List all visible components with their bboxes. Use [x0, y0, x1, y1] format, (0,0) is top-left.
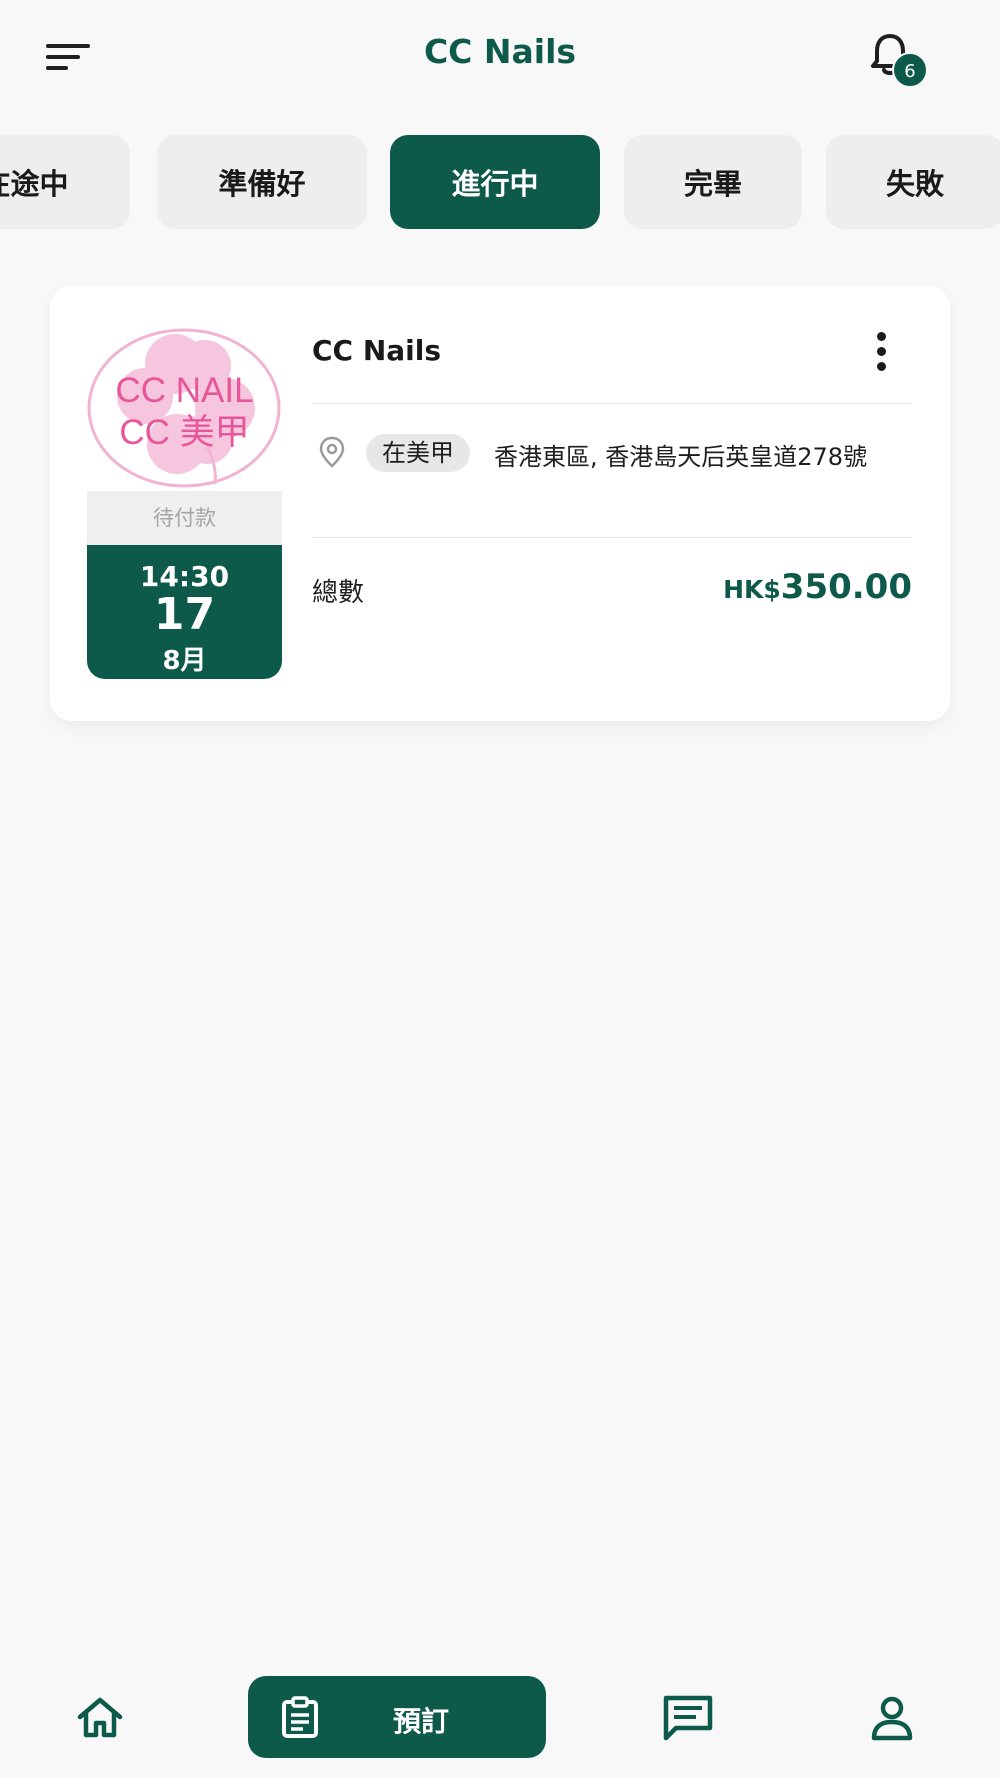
appointment-date: 14:30 17 8月 [87, 545, 282, 679]
tab-failed[interactable]: 失敗 [826, 135, 1000, 229]
tab-ready[interactable]: 準備好 [157, 135, 367, 229]
location-type-tag: 在美甲 [366, 434, 470, 472]
status-tabs: 在途中 準備好 進行中 完畢 失敗 [0, 135, 1000, 231]
shop-name: CC Nails [312, 334, 442, 367]
clipboard-icon [282, 1696, 318, 1738]
top-bar: CC Nails 6 [0, 0, 1000, 115]
payment-status-label: 待付款 [87, 491, 282, 545]
notification-count-badge: 6 [892, 52, 928, 88]
book-label: 預訂 [393, 1705, 450, 1738]
total-label: 總數 [312, 578, 365, 608]
app-title: CC Nails [423, 32, 577, 71]
booking-thumbnail: CC NAIL CC 美甲 待付款 14:30 17 8月 [87, 326, 282, 679]
messages-icon[interactable] [662, 1694, 714, 1742]
total-amount: HK$350.00 [723, 567, 912, 607]
logo-text-line2: CC 美甲 [119, 413, 250, 452]
shop-logo: CC NAIL CC 美甲 [87, 326, 282, 491]
bottom-nav: 預訂 [0, 1660, 1000, 1778]
app-root: CC Nails 6 在途中 準備好 進行中 完畢 失敗 [0, 0, 1000, 1778]
home-icon[interactable] [75, 1695, 125, 1741]
logo-text-line1: CC NAIL [115, 371, 254, 410]
tab-completed[interactable]: 完畢 [624, 135, 802, 229]
more-options-icon[interactable] [870, 330, 894, 374]
divider [312, 403, 912, 404]
tab-in-transit[interactable]: 在途中 [0, 135, 130, 229]
location-pin-icon [319, 436, 345, 468]
amount-value: 350.00 [780, 567, 912, 607]
profile-icon[interactable] [870, 1694, 914, 1742]
booking-card[interactable]: CC NAIL CC 美甲 待付款 14:30 17 8月 CC Nails 香… [50, 286, 950, 721]
appointment-month: 8月 [162, 646, 207, 676]
divider [312, 537, 912, 538]
tab-in-progress[interactable]: 進行中 [390, 135, 600, 229]
notification-bell-icon[interactable]: 6 [862, 30, 932, 90]
appointment-day: 17 [153, 589, 216, 640]
book-button[interactable]: 預訂 [248, 1676, 546, 1758]
currency-label: HK$ [723, 575, 781, 604]
